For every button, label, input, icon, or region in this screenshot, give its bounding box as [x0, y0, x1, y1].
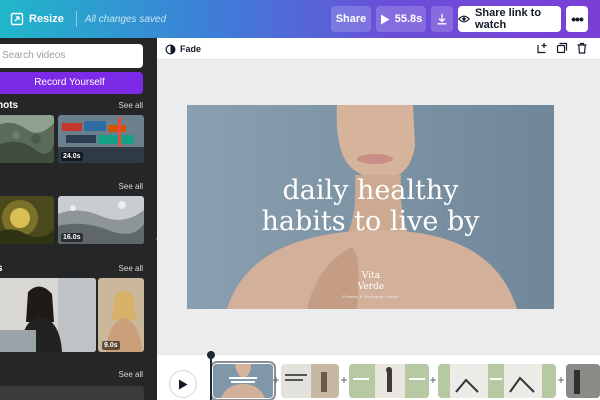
headline-line-1: daily healthy	[282, 175, 459, 206]
editor-area: Fade daily healthy habits to live by Vit…	[157, 38, 600, 400]
resize-label: Resize	[29, 13, 64, 25]
sunlit-trees-image	[0, 196, 54, 244]
video-thumbnail[interactable]: 16.0s	[58, 196, 144, 244]
trash-icon[interactable]	[576, 42, 588, 54]
add-clip-button[interactable]: +	[556, 373, 566, 387]
fade-label: Fade	[180, 44, 202, 54]
timeline-clip[interactable]	[438, 364, 556, 398]
aerial-landscape-image	[0, 115, 54, 163]
video-thumbnail[interactable]	[0, 386, 144, 400]
video-thumbnail[interactable]	[0, 115, 54, 163]
more-icon: •••	[571, 11, 584, 27]
brand-line-1: Vita	[361, 271, 381, 281]
download-icon	[437, 14, 447, 25]
toolbar-left-group: Resize All changes saved	[6, 0, 166, 38]
brand-tagline: Fitness & Wellness Center	[342, 294, 400, 299]
fade-icon	[165, 43, 176, 55]
resize-button[interactable]: Resize	[6, 8, 68, 30]
see-all-link[interactable]: See all	[119, 182, 143, 191]
timeline-clip[interactable]	[281, 364, 339, 398]
more-options-button[interactable]: •••	[566, 6, 588, 32]
see-all-link[interactable]: See all	[119, 264, 143, 273]
top-toolbar: Resize All changes saved Share 55.8s Sha…	[0, 0, 600, 38]
download-button[interactable]	[431, 6, 453, 32]
brand-logo-text[interactable]: Vita Verde	[347, 271, 395, 293]
resize-icon	[10, 12, 24, 26]
clip-thumbnail	[438, 364, 556, 398]
brand-line-2: Verde	[357, 282, 385, 292]
timeline-clip[interactable]	[566, 364, 600, 398]
add-clip-button[interactable]: +	[339, 373, 349, 387]
toolbar-divider	[75, 11, 77, 27]
video-thumbnail[interactable]: 9.0s	[98, 278, 144, 352]
section-title: hots	[0, 100, 19, 111]
share-button[interactable]: Share	[331, 6, 371, 32]
add-clip-button[interactable]: +	[428, 373, 438, 387]
see-all-link[interactable]: See all	[119, 370, 143, 379]
save-status: All changes saved	[84, 13, 167, 25]
total-duration: 55.8s	[394, 13, 423, 25]
record-yourself-button[interactable]: Record Yourself	[0, 72, 143, 94]
timeline-playhead[interactable]	[207, 351, 215, 400]
page-actions	[536, 42, 588, 54]
play-presentation-button[interactable]: 55.8s	[376, 6, 426, 32]
woman-with-laptop-image	[0, 278, 96, 352]
search-input[interactable]: Search videos	[0, 44, 143, 68]
timeline-clip[interactable]	[210, 361, 276, 400]
share-link-button[interactable]: Share link to watch	[458, 6, 561, 32]
see-all-link[interactable]: See all	[119, 101, 143, 110]
slide-canvas[interactable]: daily healthy habits to live by Vita Ver…	[187, 105, 554, 309]
eye-icon	[458, 15, 470, 23]
timeline-clip[interactable]	[349, 364, 429, 398]
section-title: s	[0, 263, 3, 274]
videos-side-panel: Search videos Record Yourself hots See a…	[0, 38, 157, 400]
clip-thumbnail	[213, 364, 273, 398]
timeline-play-button[interactable]	[169, 370, 197, 398]
clip-thumbnail	[566, 364, 600, 398]
play-icon	[179, 379, 188, 389]
play-icon	[380, 14, 390, 24]
video-thumbnail[interactable]: 24.0s	[58, 115, 144, 163]
duration-badge: 24.0s	[61, 152, 83, 161]
video-thumbnail[interactable]	[0, 196, 54, 244]
share-link-label: Share link to watch	[475, 7, 542, 31]
slide-headline[interactable]: daily healthy habits to live by	[187, 175, 554, 237]
clip-thumbnail	[281, 364, 339, 398]
duration-badge: 9.0s	[102, 341, 120, 350]
context-toolbar: Fade	[157, 38, 600, 60]
video-thumbnail[interactable]	[0, 278, 96, 352]
add-page-icon[interactable]	[536, 42, 548, 54]
duration-badge: 16.0s	[61, 233, 83, 242]
toolbar-right-group: Share 55.8s Share link to watch •••	[331, 6, 588, 32]
clip-thumbnail	[349, 364, 429, 398]
duplicate-icon[interactable]	[556, 42, 568, 54]
transition-fade-button[interactable]: Fade	[165, 38, 201, 60]
headline-line-2: habits to live by	[261, 206, 480, 237]
add-clip-button[interactable]: +	[271, 373, 281, 387]
timeline: + + + +	[157, 351, 600, 400]
